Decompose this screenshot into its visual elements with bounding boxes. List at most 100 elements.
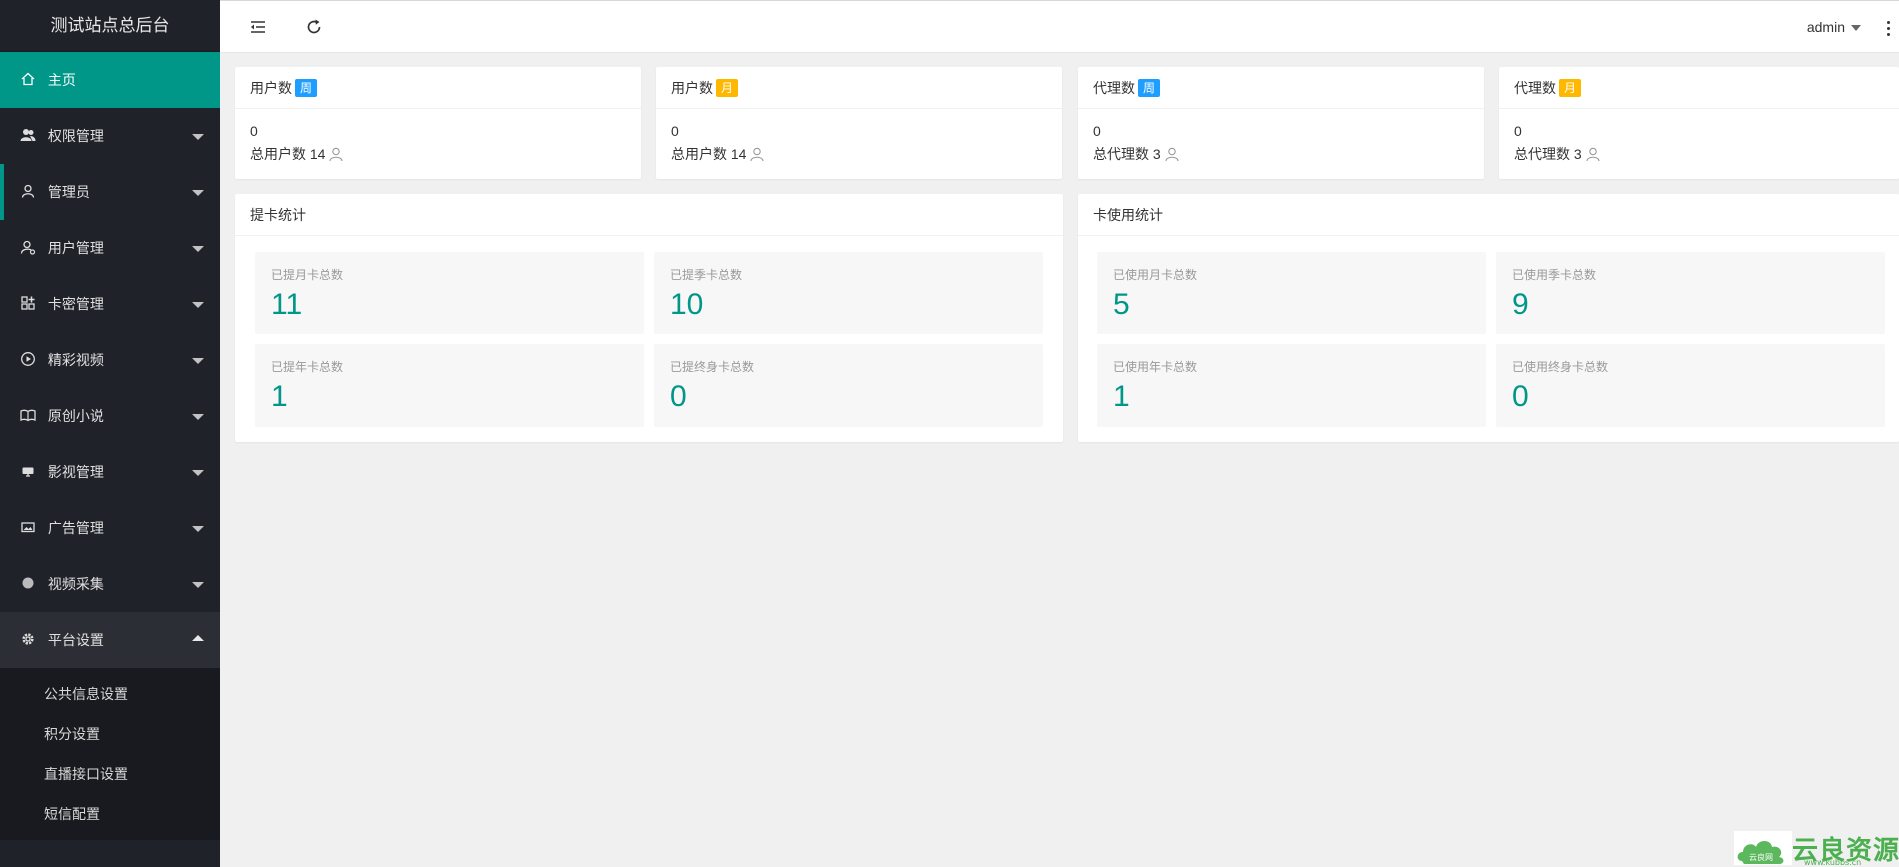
stat-value: 0: [670, 380, 687, 413]
sidebar-item-collect[interactable]: 视频采集: [0, 556, 220, 612]
card-title: 用户数: [250, 80, 292, 96]
user-icon: [328, 146, 344, 162]
circle-icon: [20, 575, 36, 591]
sidebar-item-platform-settings[interactable]: 平台设置: [0, 612, 220, 668]
stat-label: 已提年卡总数: [271, 360, 344, 374]
badge-month: 月: [1559, 79, 1582, 98]
cloud-logo-icon: 云良网: [1734, 831, 1792, 865]
sidebar-item-users[interactable]: 用户管理: [0, 220, 220, 276]
panel-title: 提卡统计: [235, 194, 1063, 236]
sidebar-item-label: 原创小说: [47, 408, 104, 424]
play-circle-icon: [20, 351, 36, 367]
stat-value: 1: [271, 380, 288, 413]
chevron-down-icon: [192, 302, 204, 308]
chevron-down-icon: [192, 190, 204, 196]
watermark: 云良网 云良资源网 www.kubbs.cn: [1734, 829, 1899, 867]
stat-box: 已使用终身卡总数 0: [1496, 344, 1885, 427]
apps-icon: [20, 295, 36, 311]
monitor-icon: [20, 463, 36, 479]
sidebar-item-label: 权限管理: [47, 128, 104, 144]
users-icon: [20, 127, 36, 143]
more-vertical-icon[interactable]: [1883, 19, 1893, 37]
sidebar-item-label: 影视管理: [47, 464, 104, 480]
chevron-down-icon: [192, 582, 204, 588]
user-icon: [749, 146, 765, 162]
refresh-icon[interactable]: [304, 17, 324, 37]
caret-down-icon: [1851, 25, 1861, 32]
card-value: 0: [250, 123, 258, 139]
card-title: 代理数: [1093, 80, 1135, 96]
card-value: 0: [671, 123, 679, 139]
home-icon: [20, 71, 36, 87]
chevron-down-icon: [192, 414, 204, 420]
svg-text:云良网: 云良网: [1749, 852, 1773, 862]
book-icon: [20, 407, 36, 423]
panel-title: 卡使用统计: [1078, 194, 1899, 236]
user-menu[interactable]: admin: [1807, 19, 1861, 35]
card-total: 总用户数 14: [250, 143, 626, 165]
submenu-item-points[interactable]: 积分设置: [0, 714, 220, 754]
stat-label: 已使用年卡总数: [1113, 360, 1198, 374]
sidebar-item-label: 主页: [47, 72, 76, 88]
app-logo-title[interactable]: 测试站点总后台: [0, 0, 220, 52]
stat-label: 已使用季卡总数: [1512, 268, 1597, 282]
stat-label: 已提终身卡总数: [670, 360, 755, 374]
summary-card-users-week: 用户数周 0 总用户数 14: [235, 67, 641, 179]
card-header: 用户数周: [235, 67, 641, 109]
chevron-down-icon: [192, 358, 204, 364]
menu-toggle-icon[interactable]: [248, 17, 268, 37]
stat-box: 已提终身卡总数 0: [654, 344, 1043, 427]
chevron-down-icon: [192, 526, 204, 532]
chevron-down-icon: [192, 246, 204, 252]
sidebar-item-permissions[interactable]: 权限管理: [0, 108, 220, 164]
stat-box: 已使用年卡总数 1: [1097, 344, 1486, 427]
sidebar-item-home[interactable]: 主页: [0, 52, 220, 108]
submenu-item-public-info[interactable]: 公共信息设置: [0, 674, 220, 714]
stat-box: 已提月卡总数 11: [255, 252, 644, 334]
stat-value: 10: [670, 288, 704, 321]
stat-box: 已提年卡总数 1: [255, 344, 644, 427]
sidebar-item-ads[interactable]: 广告管理: [0, 500, 220, 556]
stat-label: 已提月卡总数: [271, 268, 344, 282]
sidebar-item-label: 管理员: [47, 184, 90, 200]
sidebar-item-videos[interactable]: 精彩视频: [0, 332, 220, 388]
panel-card-usage-stats: 卡使用统计 已使用月卡总数 5 已使用季卡总数 9 已使用年卡总数 1 已使用终…: [1078, 194, 1899, 442]
total-label: 总用户数 14: [250, 146, 326, 162]
card-header: 代理数月: [1499, 67, 1899, 109]
sidebar-item-label: 卡密管理: [47, 296, 104, 312]
chevron-down-icon: [192, 134, 204, 140]
sidebar-item-label: 用户管理: [47, 240, 104, 256]
sidebar-item-admins[interactable]: 管理员: [0, 164, 220, 220]
stat-label: 已提季卡总数: [670, 268, 743, 282]
stat-box: 已提季卡总数 10: [654, 252, 1043, 334]
stat-box: 已使用月卡总数 5: [1097, 252, 1486, 334]
submenu-item-sms[interactable]: 短信配置: [0, 794, 220, 834]
sidebar-item-novels[interactable]: 原创小说: [0, 388, 220, 444]
card-header: 用户数月: [656, 67, 1062, 109]
user-icon: [1164, 146, 1180, 162]
card-total: 总用户数 14: [671, 143, 1047, 165]
submenu-item-live-api[interactable]: 直播接口设置: [0, 754, 220, 794]
sidebar-item-label: 平台设置: [47, 632, 104, 648]
chevron-up-icon: [192, 635, 204, 641]
sidebar-item-label: 视频采集: [47, 576, 104, 592]
username: admin: [1806, 19, 1845, 35]
panel-card-extraction-stats: 提卡统计 已提月卡总数 11 已提季卡总数 10 已提年卡总数 1 已提终身卡总…: [235, 194, 1063, 442]
card-value: 0: [1093, 123, 1101, 139]
sidebar-item-cards[interactable]: 卡密管理: [0, 276, 220, 332]
chevron-down-icon: [192, 470, 204, 476]
summary-card-agents-week: 代理数周 0 总代理数 3: [1078, 67, 1484, 179]
watermark-subtext: www.kubbs.cn: [1804, 858, 1862, 867]
stat-value: 9: [1512, 288, 1529, 321]
stat-label: 已使用月卡总数: [1113, 268, 1198, 282]
badge-week: 周: [295, 79, 318, 98]
picture-icon: [20, 519, 36, 535]
total-label: 总代理数 3: [1093, 146, 1161, 162]
stat-label: 已使用终身卡总数: [1512, 360, 1609, 374]
sidebar-item-movies[interactable]: 影视管理: [0, 444, 220, 500]
badge-week: 周: [1138, 79, 1161, 98]
top-header: admin: [220, 0, 1899, 53]
total-label: 总用户数 14: [671, 146, 747, 162]
stat-value: 11: [271, 288, 303, 321]
sidebar-item-label: 精彩视频: [47, 352, 104, 368]
